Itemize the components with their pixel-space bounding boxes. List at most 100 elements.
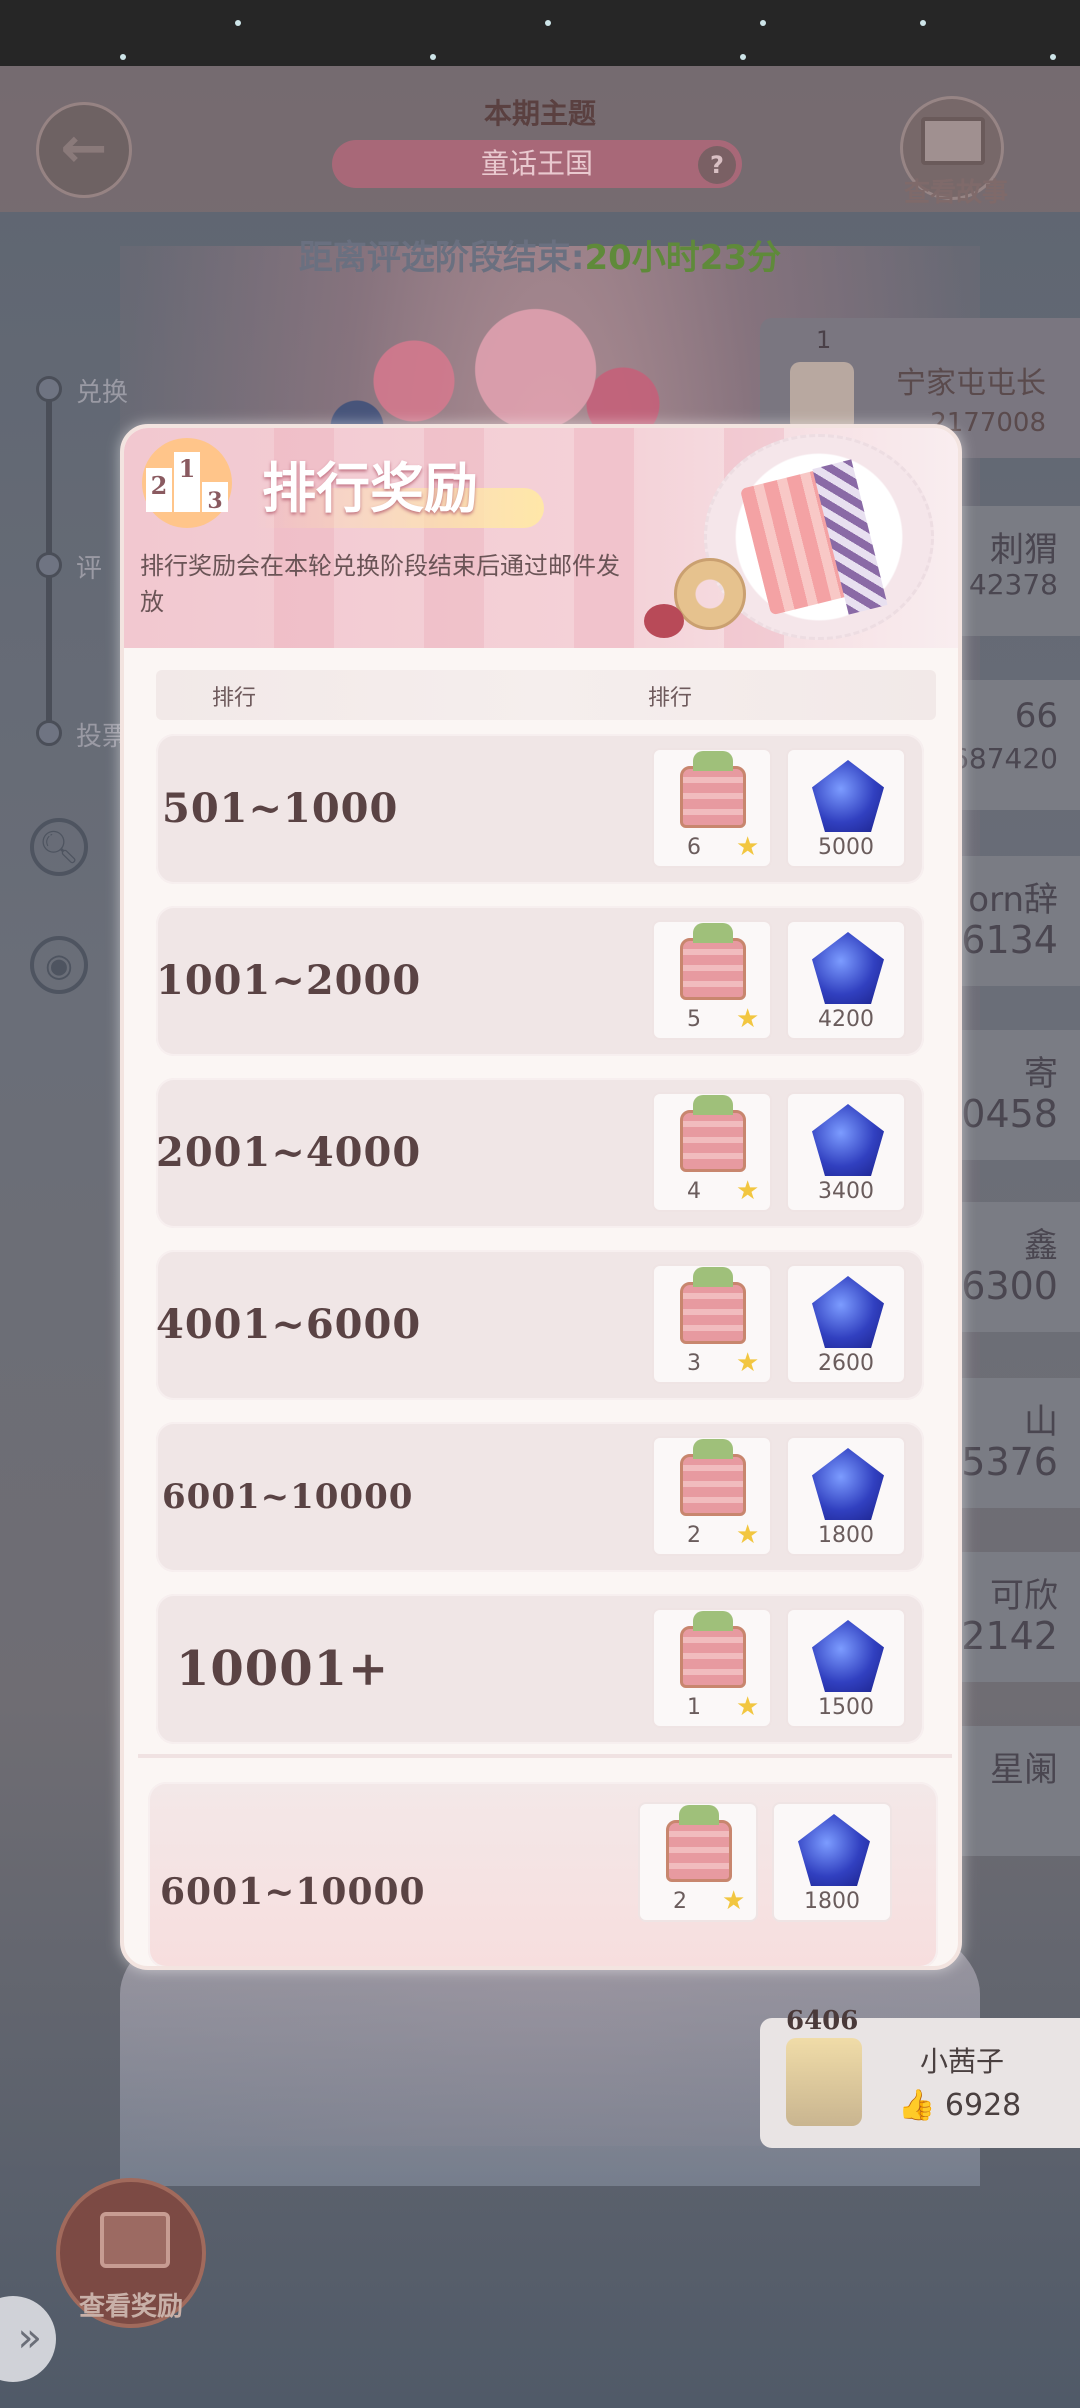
book-icon bbox=[921, 117, 985, 165]
player-score: 6300 bbox=[961, 1264, 1058, 1308]
star-icon: ★ bbox=[722, 1886, 746, 1916]
reward-gems[interactable]: 1800 bbox=[786, 1436, 906, 1556]
star-icon: ★ bbox=[736, 832, 760, 862]
chest-count: 5 bbox=[687, 1007, 701, 1032]
rank-range: 501~1000 bbox=[162, 785, 399, 832]
gem-count: 1500 bbox=[818, 1695, 874, 1720]
diamond-icon bbox=[812, 932, 884, 1004]
table-header: 排行 排行 bbox=[156, 670, 936, 720]
gem-count: 1800 bbox=[818, 1523, 874, 1548]
reward-row: 6001~10000 2 ★ 1800 bbox=[156, 1422, 924, 1572]
col-rank: 排行 bbox=[212, 686, 257, 711]
player-score: 0458 bbox=[961, 1092, 1058, 1136]
reward-gems[interactable]: 1800 bbox=[772, 1802, 892, 1922]
donut-icon bbox=[674, 558, 746, 630]
my-ranking-card[interactable]: 6406 小茜子 👍 6928 bbox=[760, 2006, 1080, 2148]
chest-count: 3 bbox=[687, 1351, 701, 1376]
status-bar bbox=[0, 0, 1080, 66]
player-name: 寄 bbox=[1024, 1054, 1058, 1094]
player-name: 鑫 bbox=[1024, 1226, 1058, 1266]
rank-range: 10001+ bbox=[176, 1641, 390, 1697]
reward-chest[interactable]: 3 ★ bbox=[652, 1264, 772, 1384]
theme-title: 本期主题 bbox=[483, 97, 596, 130]
reward-gems[interactable]: 4200 bbox=[786, 920, 906, 1040]
my-rank: 6406 bbox=[786, 2006, 859, 2036]
star-icon: ★ bbox=[736, 1004, 760, 1034]
star-icon: ★ bbox=[736, 1176, 760, 1206]
reward-chest[interactable]: 4 ★ bbox=[652, 1092, 772, 1212]
gem-count: 3400 bbox=[818, 1179, 874, 1204]
diamond-icon bbox=[812, 1276, 884, 1348]
reward-row: 2001~4000 4 ★ 3400 bbox=[156, 1078, 924, 1228]
gem-count: 4200 bbox=[818, 1007, 874, 1032]
star-icon: ★ bbox=[736, 1348, 760, 1378]
treasure-chest-icon bbox=[680, 1611, 746, 1688]
search-icon[interactable]: 🔍︎ bbox=[30, 818, 88, 876]
stage-knob bbox=[36, 376, 62, 402]
reward-gems[interactable]: 3400 bbox=[786, 1092, 906, 1212]
back-button[interactable]: ← bbox=[36, 102, 132, 198]
reward-gems[interactable]: 2600 bbox=[786, 1264, 906, 1384]
view-story-label: 查看故事 bbox=[903, 178, 1008, 208]
player-score: 6134 bbox=[961, 918, 1058, 962]
countdown: 距离评选阶段结束:20小时23分 bbox=[0, 230, 1080, 279]
treasure-chest-icon bbox=[680, 923, 746, 1000]
avatar bbox=[790, 362, 854, 432]
chest-count: 2 bbox=[687, 1523, 701, 1548]
reward-row: 1001~2000 5 ★ 4200 bbox=[156, 906, 924, 1056]
chest-count: 2 bbox=[673, 1889, 687, 1914]
star-icon: ★ bbox=[736, 1520, 760, 1550]
star-icon: ★ bbox=[736, 1692, 760, 1722]
treasure-chest-icon bbox=[680, 1095, 746, 1172]
rank-range: 1001~2000 bbox=[156, 957, 422, 1004]
player-score: 687420 bbox=[951, 742, 1058, 775]
macaron-icon bbox=[644, 604, 684, 638]
rank-range: 2001~4000 bbox=[156, 1129, 422, 1176]
my-name: 小茜子 bbox=[920, 2045, 1005, 2078]
reward-chest[interactable]: 6 ★ bbox=[652, 748, 772, 868]
rank-range: 6001~10000 bbox=[162, 1477, 414, 1517]
podium-icon: 2 1 3 bbox=[142, 438, 232, 528]
player-name: 星阑 bbox=[990, 1750, 1058, 1790]
reward-gems[interactable]: 5000 bbox=[786, 748, 906, 868]
player-score: 42378 bbox=[968, 568, 1058, 601]
back-arrow-icon: ← bbox=[60, 116, 108, 181]
reward-chest[interactable]: 1 ★ bbox=[652, 1608, 772, 1728]
treasure-chest-icon bbox=[680, 1267, 746, 1344]
diamond-icon bbox=[812, 1104, 884, 1176]
diamond-icon bbox=[812, 1448, 884, 1520]
reward-chest[interactable]: 5 ★ bbox=[652, 920, 772, 1040]
diamond-icon bbox=[812, 760, 884, 832]
player-name: 66 bbox=[1014, 696, 1058, 736]
reward-row: 10001+ 1 ★ 1500 bbox=[156, 1594, 924, 1744]
stage-knob bbox=[36, 552, 62, 578]
treasure-chest-icon bbox=[666, 1805, 732, 1882]
podium-third: 3 bbox=[202, 482, 228, 514]
player-score: 5376 bbox=[961, 1440, 1058, 1484]
stage-label-exchange: 兑换 bbox=[76, 378, 129, 408]
countdown-time: 20小时23分 bbox=[584, 238, 782, 278]
diamond-icon bbox=[812, 1620, 884, 1692]
reward-row: 501~1000 6 ★ 5000 bbox=[156, 734, 924, 884]
chest-count: 1 bbox=[687, 1695, 701, 1720]
reward-chest[interactable]: 2 ★ bbox=[652, 1436, 772, 1556]
help-icon[interactable]: ? bbox=[698, 146, 736, 184]
podium-first: 1 bbox=[174, 452, 200, 512]
like-count: 6928 bbox=[944, 2088, 1022, 2123]
rank-number: 1 bbox=[816, 326, 832, 354]
reward-chest[interactable]: 2 ★ bbox=[638, 1802, 758, 1922]
treasure-chest-icon bbox=[680, 751, 746, 828]
reward-row: 4001~6000 3 ★ 2600 bbox=[156, 1250, 924, 1400]
view-rewards-button[interactable]: 查看奖励 bbox=[56, 2178, 206, 2328]
eye-icon[interactable]: ◉ bbox=[30, 936, 88, 994]
countdown-prefix: 距离评选阶段结束: bbox=[298, 238, 585, 278]
gem-count: 2600 bbox=[818, 1351, 874, 1376]
treasure-chest-icon bbox=[680, 1439, 746, 1516]
reward-gems[interactable]: 1500 bbox=[786, 1608, 906, 1728]
my-reward-row: 6001~10000 2 ★ 1800 bbox=[148, 1782, 938, 1966]
chest-count: 4 bbox=[687, 1179, 701, 1204]
my-likes: 👍 6928 bbox=[898, 2088, 1021, 2123]
gift-illustration bbox=[644, 434, 944, 640]
my-rank-range: 6001~10000 bbox=[160, 1871, 426, 1913]
stage-knob bbox=[36, 720, 62, 746]
